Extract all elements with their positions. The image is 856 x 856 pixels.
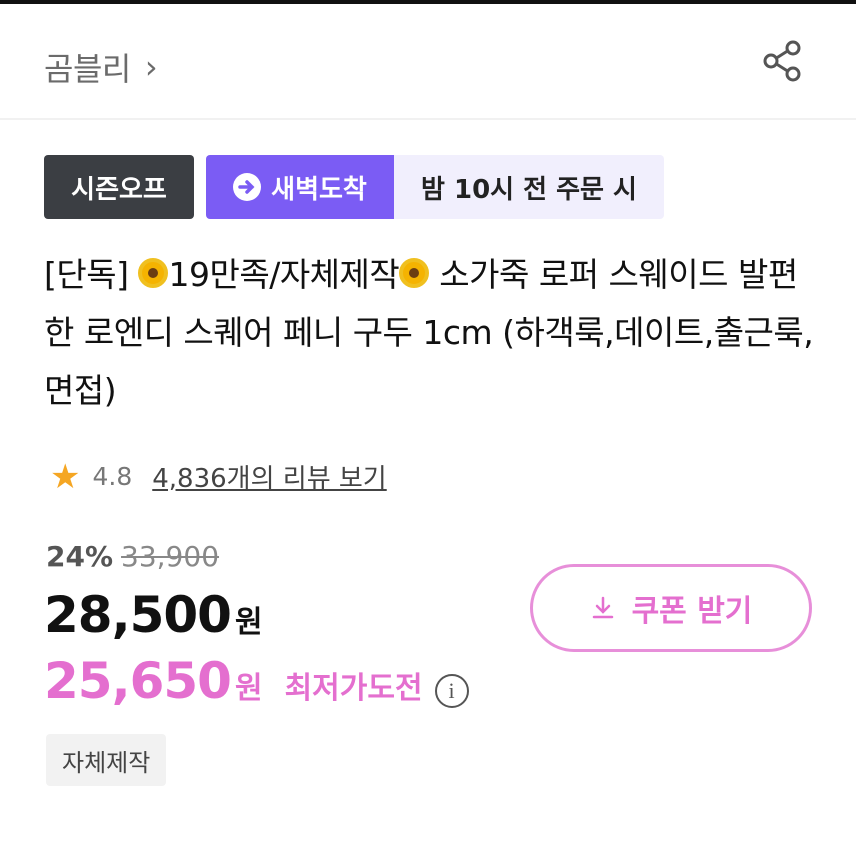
download-icon [592, 596, 613, 619]
dawn-delivery-label: 새벽도착 [271, 174, 367, 205]
best-price-label: 최저가도전 [284, 671, 423, 706]
brand-link[interactable]: 곰블리 › [44, 44, 158, 90]
title-mid: 19만족/자체제작 [168, 255, 400, 294]
chevron-right-icon: › [144, 48, 158, 86]
product-tag: 자체제작 [46, 734, 167, 786]
rating-row: ★ 4.8 4,836개의 리뷰 보기 [50, 458, 387, 495]
original-price: 33,900 [121, 540, 220, 573]
best-currency: 원 [234, 671, 263, 706]
info-icon[interactable]: i [434, 674, 469, 708]
order-time-badge: 밤 10시 전 주문 시 [394, 155, 664, 219]
dawn-delivery-badge: 새벽도착 [206, 155, 394, 219]
badge-row: 시즌오프 새벽도착 밤 10시 전 주문 시 [44, 155, 664, 219]
brand-name: 곰블리 [44, 50, 131, 88]
sunflower-icon [138, 258, 169, 288]
sunflower-icon [399, 258, 430, 288]
arrow-right-circle-icon [233, 173, 262, 201]
star-icon: ★ [50, 456, 81, 497]
season-off-badge: 시즌오프 [44, 155, 194, 219]
discount-row: 24% 33,900 [46, 540, 219, 573]
best-price: 25,650 [44, 652, 232, 710]
header-divider [0, 118, 856, 120]
title-prefix: [단독] [44, 255, 129, 294]
share-button[interactable] [760, 38, 806, 84]
sale-price-row: 28,500 원 [44, 586, 263, 644]
coupon-button[interactable]: 쿠폰 받기 [530, 564, 812, 652]
product-title: [단독] 19만족/자체제작 소가죽 로퍼 스웨이드 발편한 로엔디 스퀘어 페… [44, 246, 814, 420]
sale-price: 28,500 [44, 586, 232, 644]
rating-score: 4.8 [92, 462, 133, 491]
best-price-row: 25,650 원 최저가도전 i [44, 652, 469, 710]
coupon-label: 쿠폰 받기 [631, 594, 753, 629]
discount-rate: 24% [46, 540, 114, 573]
sale-currency: 원 [234, 605, 263, 640]
review-link[interactable]: 4,836개의 리뷰 보기 [152, 458, 386, 495]
share-icon [763, 40, 801, 82]
header: 곰블리 › [0, 4, 856, 116]
